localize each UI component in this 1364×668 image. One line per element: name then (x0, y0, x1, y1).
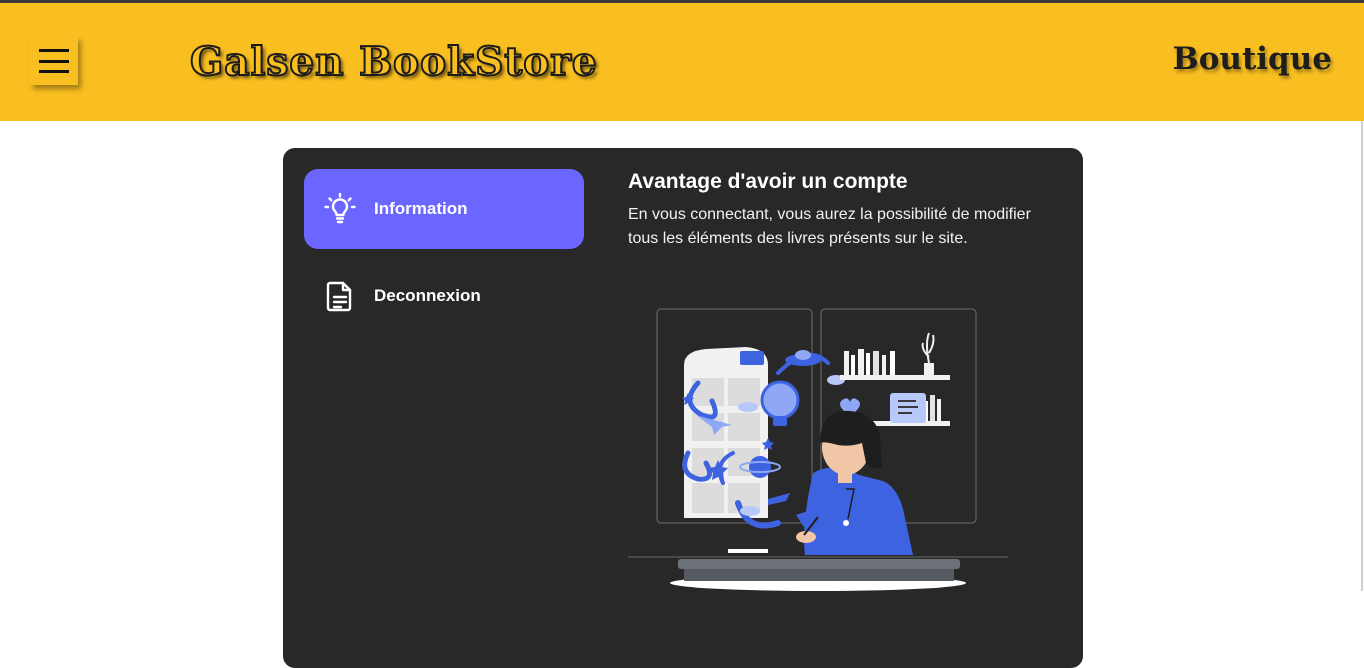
woman-writing-books-illustration (628, 308, 1008, 591)
lightbulb-icon (324, 192, 356, 224)
sidebar-item-information[interactable]: Information (304, 169, 584, 249)
section-title: Avantage d'avoir un compte (628, 170, 908, 193)
boutique-link[interactable]: Boutique (1173, 41, 1332, 77)
header-bar: Galsen BookStore Boutique (0, 3, 1364, 121)
sidebar-item-label: Information (374, 199, 468, 218)
sidebar-item-deconnexion[interactable]: Deconnexion (304, 256, 584, 336)
account-panel: Information Deconnexion Avantage d'avoir… (283, 148, 1083, 668)
section-description: En vous connectant, vous aurez la possib… (628, 206, 1031, 247)
document-icon (326, 281, 352, 312)
scrollbar[interactable] (1361, 121, 1363, 591)
hamburger-icon (39, 49, 69, 73)
sidebar-item-label: Deconnexion (374, 286, 481, 305)
menu-button[interactable] (30, 37, 78, 85)
brand-title: Galsen BookStore (189, 38, 598, 86)
